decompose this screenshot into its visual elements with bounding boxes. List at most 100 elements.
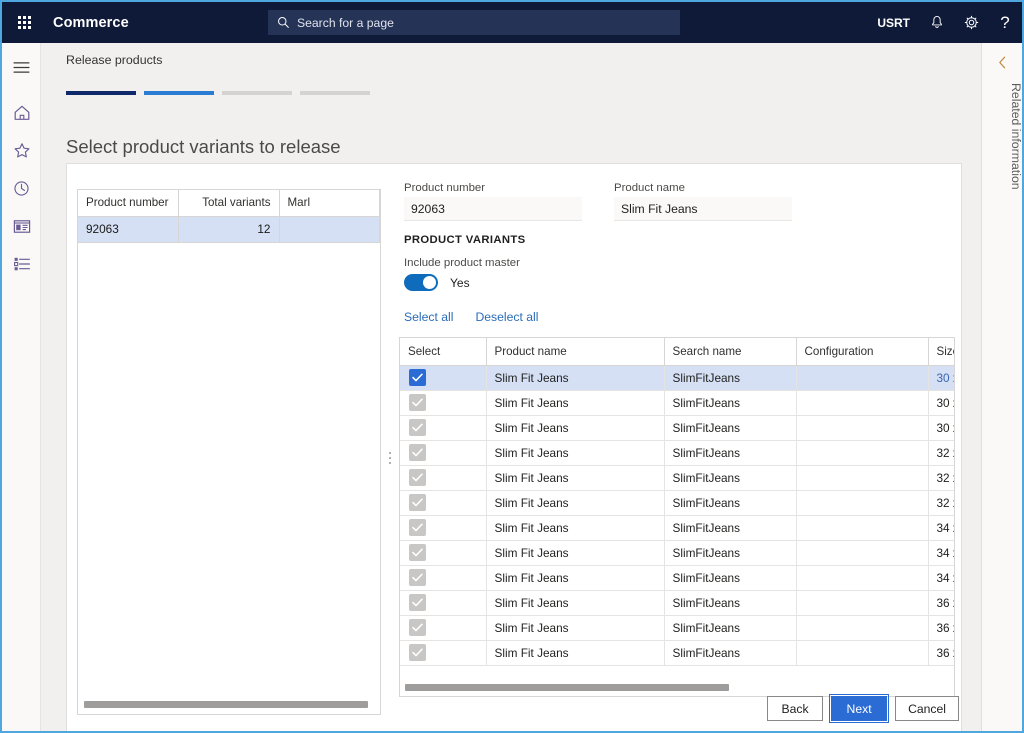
cell-product-name[interactable]: Slim Fit Jeans [486,640,664,665]
row-checkbox[interactable] [409,594,426,611]
breadcrumb[interactable]: Release products [66,53,162,67]
cell-configuration[interactable] [796,465,928,490]
cell-product-name[interactable]: Slim Fit Jeans [486,590,664,615]
table-row[interactable]: Slim Fit JeansSlimFitJeans 32 x [400,465,955,490]
cell-configuration[interactable] [796,590,928,615]
table-row[interactable]: Slim Fit JeansSlimFitJeans32 x [400,440,955,465]
cell-search-name[interactable]: SlimFitJeans [664,615,796,640]
product-name-value[interactable]: Slim Fit Jeans [614,197,792,221]
cell-select[interactable] [400,465,486,490]
column-header-total-variants[interactable]: Total variants [179,190,280,216]
cell-mark[interactable] [279,216,380,242]
table-row[interactable]: Slim Fit JeansSlimFitJeans36 x [400,615,955,640]
cell-size[interactable]: 36 x [928,640,955,665]
row-checkbox[interactable] [409,369,426,386]
home-icon[interactable] [2,93,41,131]
table-row[interactable]: Slim Fit JeansSlimFitJeans34 x [400,540,955,565]
cell-select[interactable] [400,415,486,440]
cell-select[interactable] [400,615,486,640]
include-product-master-toggle[interactable] [404,274,438,291]
cell-select[interactable] [400,565,486,590]
row-checkbox[interactable] [409,544,426,561]
cell-select[interactable] [400,640,486,665]
panel-splitter-handle[interactable] [385,444,395,472]
row-checkbox[interactable] [409,444,426,461]
cell-total-variants[interactable]: 12 [179,216,280,242]
related-information-title[interactable]: Related information [982,83,1023,190]
cell-size[interactable]: 30 x [928,415,955,440]
cell-search-name[interactable]: SlimFitJeans [664,540,796,565]
cell-size[interactable]: 32 x [928,490,955,515]
select-all-link[interactable]: Select all [404,310,453,324]
cell-configuration[interactable] [796,490,928,515]
cell-search-name[interactable]: SlimFitJeans [664,415,796,440]
table-row[interactable]: Slim Fit JeansSlimFitJeans30 x [400,365,955,390]
row-checkbox[interactable] [409,519,426,536]
cell-configuration[interactable] [796,565,928,590]
deselect-all-link[interactable]: Deselect all [475,310,538,324]
table-row[interactable]: Slim Fit JeansSlimFitJeans34 x [400,565,955,590]
cell-product-name[interactable]: Slim Fit Jeans [486,465,664,490]
clock-icon[interactable] [2,169,41,207]
row-checkbox[interactable] [409,644,426,661]
cell-size[interactable]: 34 x [928,540,955,565]
table-row[interactable]: Slim Fit JeansSlimFitJeans 36 x [400,640,955,665]
cancel-button[interactable]: Cancel [895,696,959,721]
row-checkbox[interactable] [409,619,426,636]
question-mark-icon[interactable]: ? [988,2,1022,43]
table-row[interactable]: Slim Fit JeansSlimFitJeans32 x [400,490,955,515]
table-row[interactable]: Slim Fit JeansSlimFitJeans 30 x [400,415,955,440]
cell-configuration[interactable] [796,615,928,640]
cell-configuration[interactable] [796,415,928,440]
column-header-product-name[interactable]: Product name [486,338,664,365]
cell-search-name[interactable]: SlimFitJeans [664,465,796,490]
column-header-configuration[interactable]: Configuration [796,338,928,365]
table-row[interactable]: 92063 12 [78,216,380,242]
cell-size[interactable]: 36 x [928,590,955,615]
cell-product-name[interactable]: Slim Fit Jeans [486,390,664,415]
cell-product-number[interactable]: 92063 [78,216,179,242]
cell-product-name[interactable]: Slim Fit Jeans [486,615,664,640]
cell-select[interactable] [400,365,486,390]
cell-product-name[interactable]: Slim Fit Jeans [486,365,664,390]
cell-search-name[interactable]: SlimFitJeans [664,515,796,540]
column-header-product-number[interactable]: Product number [78,190,179,216]
cell-product-name[interactable]: Slim Fit Jeans [486,440,664,465]
cell-select[interactable] [400,590,486,615]
row-checkbox[interactable] [409,569,426,586]
cell-search-name[interactable]: SlimFitJeans [664,590,796,615]
row-checkbox[interactable] [409,394,426,411]
cell-select[interactable] [400,515,486,540]
cell-size[interactable]: 30 x [928,390,955,415]
workspaces-icon[interactable] [2,207,41,245]
row-checkbox[interactable] [409,419,426,436]
variants-grid-horizontal-scrollbar[interactable] [405,684,729,691]
cell-size[interactable]: 32 x [928,465,955,490]
gear-icon[interactable] [954,2,988,43]
column-header-size[interactable]: Size [928,338,955,365]
table-row[interactable]: Slim Fit JeansSlimFitJeans 36 x [400,590,955,615]
modules-icon[interactable] [2,245,41,283]
cell-size[interactable]: 34 x [928,515,955,540]
cell-search-name[interactable]: SlimFitJeans [664,490,796,515]
cell-configuration[interactable] [796,365,928,390]
cell-size[interactable]: 32 x [928,440,955,465]
cell-select[interactable] [400,540,486,565]
column-header-select[interactable]: Select [400,338,486,365]
cell-product-name[interactable]: Slim Fit Jeans [486,415,664,440]
chevron-left-icon[interactable] [982,50,1023,74]
table-row[interactable]: Slim Fit JeansSlimFitJeans30 x [400,390,955,415]
column-header-search-name[interactable]: Search name [664,338,796,365]
table-row[interactable]: Slim Fit JeansSlimFitJeans34 x [400,515,955,540]
column-header-mark[interactable]: Marl [279,190,380,216]
cell-size[interactable]: 34 x [928,565,955,590]
cell-search-name[interactable]: SlimFitJeans [664,640,796,665]
search-input[interactable]: Search for a page [268,10,680,35]
cell-search-name[interactable]: SlimFitJeans [664,565,796,590]
back-button[interactable]: Back [767,696,823,721]
next-button[interactable]: Next [831,696,887,721]
products-grid-horizontal-scrollbar[interactable] [84,701,368,708]
cell-configuration[interactable] [796,390,928,415]
cell-select[interactable] [400,440,486,465]
app-launcher-icon[interactable] [2,2,46,43]
